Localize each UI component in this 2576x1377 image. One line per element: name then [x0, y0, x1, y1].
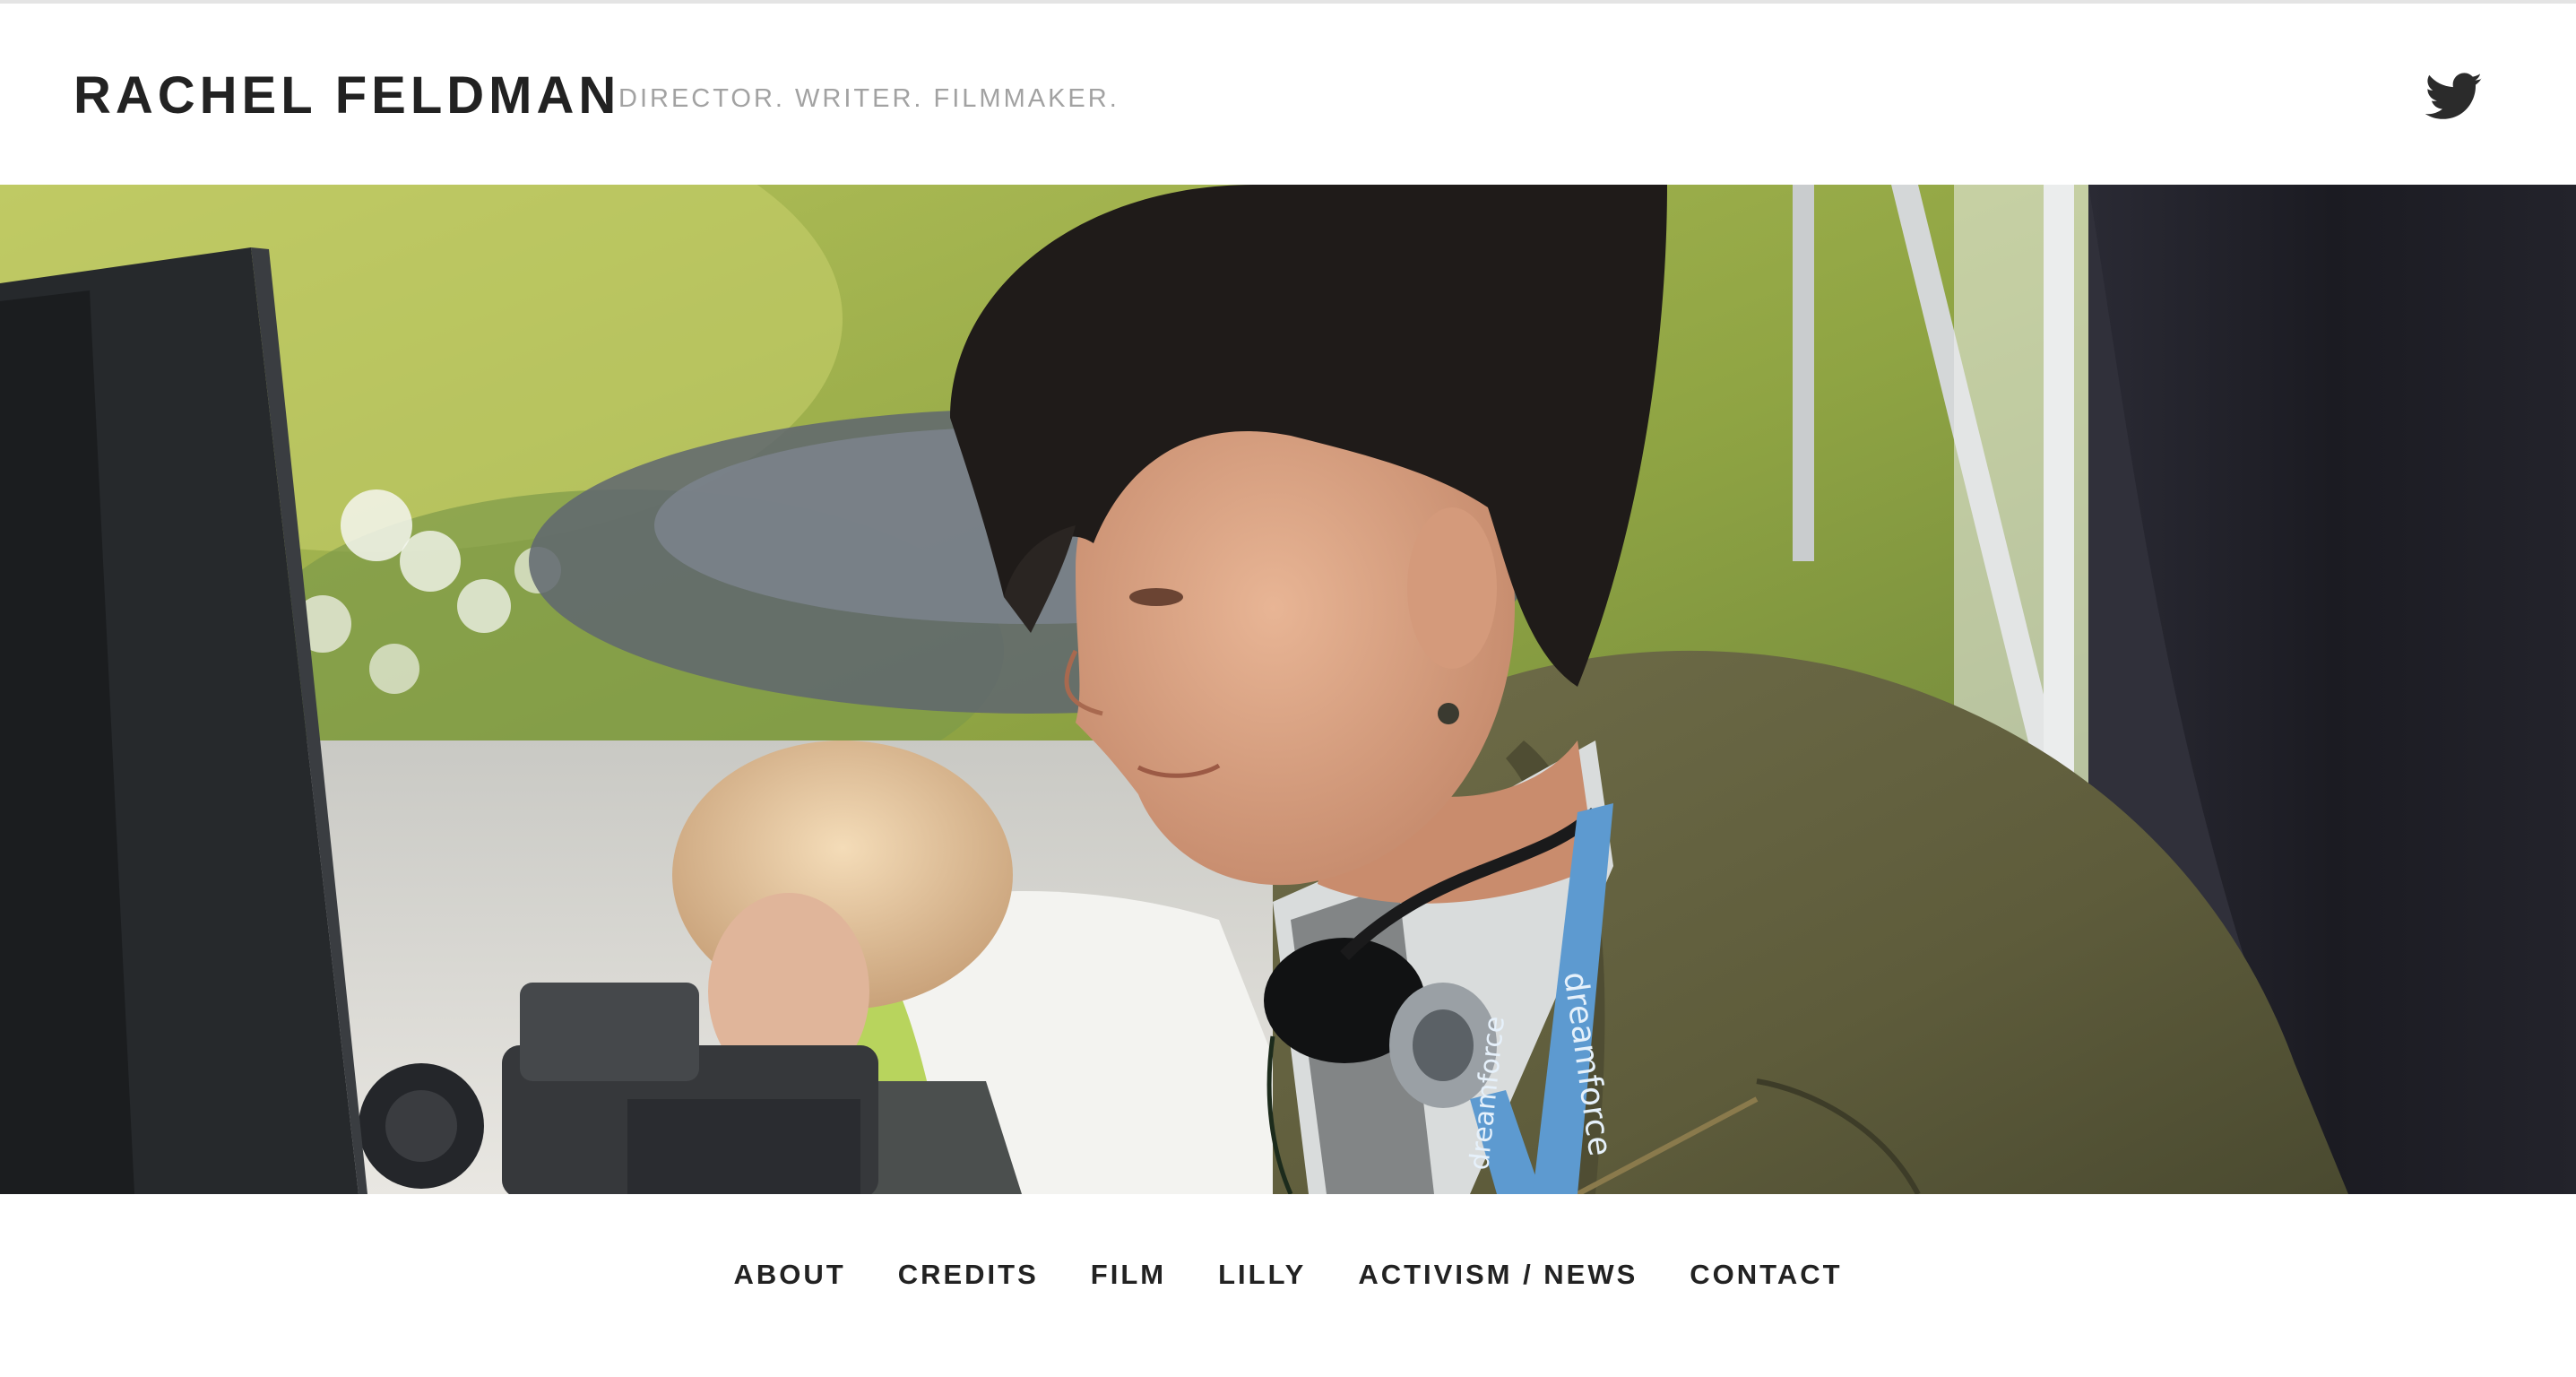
nav-list: ABOUT CREDITS FILM LILLY ACTIVISM / NEWS… [0, 1257, 2576, 1293]
site-title[interactable]: RACHEL FELDMAN [73, 65, 620, 127]
hero-image: dreamforce dreamforce [0, 185, 2576, 1194]
nav-item-activism-news[interactable]: ACTIVISM / NEWS [1332, 1257, 1664, 1293]
main-nav: ABOUT CREDITS FILM LILLY ACTIVISM / NEWS… [0, 1194, 2576, 1377]
nav-item-film[interactable]: FILM [1065, 1257, 1192, 1293]
site-header: RACHEL FELDMAN DIRECTOR. WRITER. FILMMAK… [0, 4, 2576, 185]
nav-item-about[interactable]: ABOUT [707, 1257, 871, 1293]
twitter-icon[interactable] [2425, 72, 2483, 122]
nav-item-lilly[interactable]: LILLY [1192, 1257, 1332, 1293]
site-tagline: DIRECTOR. WRITER. FILMMAKER. [618, 84, 1119, 113]
nav-item-contact[interactable]: CONTACT [1664, 1257, 1868, 1293]
nav-item-credits[interactable]: CREDITS [872, 1257, 1065, 1293]
